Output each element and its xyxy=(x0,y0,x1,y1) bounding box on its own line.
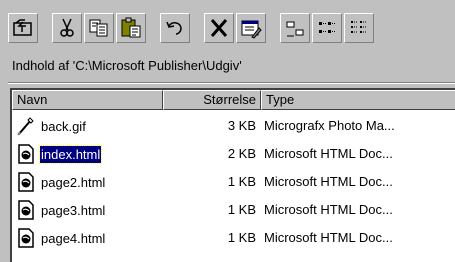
list-header: Navn Størrelse Type xyxy=(12,90,455,110)
column-header-size[interactable]: Størrelse xyxy=(163,90,261,110)
file-size: 3 KB xyxy=(227,118,256,133)
delete-button[interactable] xyxy=(204,13,234,43)
file-name: back.gif xyxy=(41,119,86,134)
file-type: Microsoft HTML Doc... xyxy=(264,202,393,217)
copy-icon xyxy=(89,19,108,37)
image-file-icon xyxy=(17,116,35,136)
undo-button[interactable] xyxy=(160,13,190,43)
delete-icon xyxy=(210,19,228,37)
separator xyxy=(8,82,455,84)
list-button[interactable] xyxy=(344,13,374,43)
cut-button[interactable] xyxy=(52,13,82,43)
cut-icon xyxy=(60,18,74,37)
file-size: 1 KB xyxy=(227,174,256,189)
list-item[interactable]: page2.html 1 KB Microsoft HTML Doc... xyxy=(12,168,452,196)
list-item[interactable]: back.gif 3 KB Micrografx Photo Ma... xyxy=(12,112,452,140)
list-item[interactable]: page3.html 1 KB Microsoft HTML Doc... xyxy=(12,196,452,224)
file-size: 2 KB xyxy=(227,146,256,161)
up-one-level-button[interactable] xyxy=(8,13,38,43)
file-name: page3.html xyxy=(41,203,106,218)
large-icons-button[interactable] xyxy=(280,13,310,43)
html-file-icon xyxy=(17,172,35,192)
up-one-level-icon xyxy=(13,19,32,36)
small-icons-icon xyxy=(319,22,335,33)
toolbar xyxy=(8,8,455,48)
file-type: Microsoft HTML Doc... xyxy=(264,230,393,245)
list-item[interactable]: page4.html 1 KB Microsoft HTML Doc... xyxy=(12,224,452,252)
file-list[interactable]: Navn Størrelse Type back.gif 3 KB Microg… xyxy=(10,88,455,262)
file-type: Micrografx Photo Ma... xyxy=(264,118,395,133)
file-name: page2.html xyxy=(41,175,106,190)
file-type: Microsoft HTML Doc... xyxy=(264,146,393,161)
large-icons-icon xyxy=(286,21,304,37)
properties-icon xyxy=(241,20,262,39)
paste-icon xyxy=(121,17,141,38)
column-header-type[interactable]: Type xyxy=(261,90,455,110)
undo-icon xyxy=(166,21,182,35)
html-file-icon xyxy=(17,200,35,220)
copy-button[interactable] xyxy=(84,13,114,43)
column-header-name[interactable]: Navn xyxy=(12,90,163,110)
file-dialog: Indhold af 'C:\Microsoft Publisher\Udgiv… xyxy=(0,0,455,262)
html-file-icon xyxy=(17,144,35,164)
file-type: Microsoft HTML Doc... xyxy=(264,174,393,189)
paste-button[interactable] xyxy=(116,13,146,43)
html-file-icon xyxy=(17,228,35,248)
list-icon xyxy=(351,21,367,33)
file-name: index.html xyxy=(38,145,103,164)
small-icons-button[interactable] xyxy=(312,13,342,43)
list-item[interactable]: index.html 2 KB Microsoft HTML Doc... xyxy=(12,140,452,168)
properties-button[interactable] xyxy=(236,13,266,43)
file-size: 1 KB xyxy=(227,202,256,217)
file-name: page4.html xyxy=(41,231,106,246)
file-size: 1 KB xyxy=(227,230,256,245)
list-rows: back.gif 3 KB Micrografx Photo Ma... ind… xyxy=(12,112,452,252)
location-label: Indhold af 'C:\Microsoft Publisher\Udgiv… xyxy=(12,58,242,73)
